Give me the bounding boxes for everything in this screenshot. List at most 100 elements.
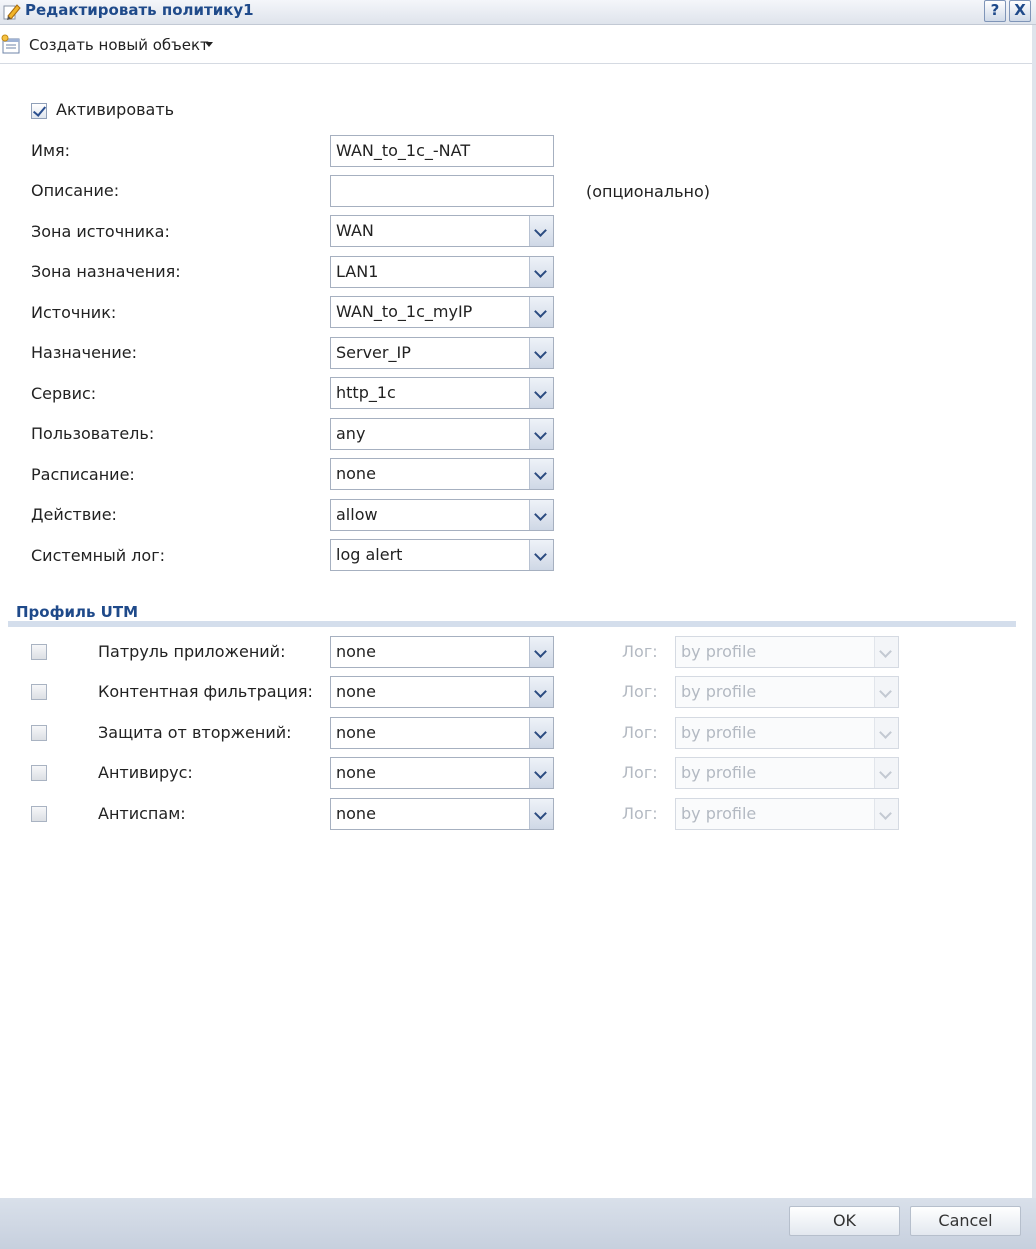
action-label: Действие: [31,505,117,524]
source-select[interactable]: WAN_to_1c_myIP [330,296,554,328]
help-button[interactable]: ? [984,0,1006,22]
schedule-select[interactable]: none [330,458,554,490]
chevron-down-icon[interactable] [874,677,898,707]
destination-value: Server_IP [336,343,411,362]
antispam-profile-select[interactable]: none [330,798,554,830]
name-label: Имя: [31,141,71,160]
app-patrol-profile-select[interactable]: none [330,636,554,668]
app-patrol-checkbox[interactable] [31,644,47,660]
description-label: Описание: [31,181,120,200]
antispam-label: Антиспам: [98,804,186,823]
chevron-down-icon[interactable] [874,799,898,829]
chevron-down-icon[interactable] [529,718,553,748]
content-filter-log-label: Лог: [622,682,658,701]
intrusion-protection-log-select[interactable]: by profile [675,717,899,749]
content-filter-label: Контентная фильтрация: [98,682,313,701]
antivirus-profile-select[interactable]: none [330,757,554,789]
service-label: Сервис: [31,384,97,403]
antivirus-log-select[interactable]: by profile [675,757,899,789]
chevron-down-icon[interactable] [529,257,553,287]
chevron-down-icon[interactable] [529,419,553,449]
content-filter-profile-select[interactable]: none [330,676,554,708]
intrusion-protection-label: Защита от вторжений: [98,723,292,742]
action-select[interactable]: allow [330,499,554,531]
schedule-value: none [336,464,376,483]
chevron-down-icon[interactable] [529,677,553,707]
edit-pencil-icon [3,4,21,20]
content-filter-checkbox[interactable] [31,684,47,700]
antispam-checkbox[interactable] [31,806,47,822]
antivirus-label: Антивирус: [98,763,193,782]
chevron-down-icon[interactable] [205,42,213,47]
antispam-log-select[interactable]: by profile [675,798,899,830]
syslog-value: log alert [336,545,403,564]
description-optional-hint: (опционально) [586,182,710,201]
activate-checkbox[interactable] [31,103,47,119]
dest-zone-value: LAN1 [336,262,379,281]
source-zone-select[interactable]: WAN [330,215,554,247]
dialog-title-bar: Редактировать политику1 ? X [0,0,1036,25]
schedule-label: Расписание: [31,465,135,484]
chevron-down-icon[interactable] [874,718,898,748]
intrusion-protection-profile-value: none [336,723,376,742]
content-filter-log-select[interactable]: by profile [675,676,899,708]
action-value: allow [336,505,378,524]
app-patrol-label: Патруль приложений: [98,642,286,661]
antivirus-log-value: by profile [681,763,757,782]
source-zone-value: WAN [336,221,374,240]
chevron-down-icon[interactable] [874,758,898,788]
cancel-button[interactable]: Cancel [910,1206,1021,1236]
service-select[interactable]: http_1c [330,377,554,409]
antispam-profile-value: none [336,804,376,823]
intrusion-protection-checkbox[interactable] [31,725,47,741]
intrusion-protection-log-label: Лог: [622,723,658,742]
user-value: any [336,424,366,443]
close-button[interactable]: X [1009,0,1031,22]
chevron-down-icon[interactable] [529,459,553,489]
source-zone-label: Зона источника: [31,222,170,241]
user-label: Пользователь: [31,424,155,443]
dialog-title: Редактировать политику1 [25,1,254,19]
intrusion-protection-log-value: by profile [681,723,757,742]
chevron-down-icon[interactable] [529,378,553,408]
dest-zone-select[interactable]: LAN1 [330,256,554,288]
chevron-down-icon[interactable] [529,216,553,246]
source-label: Источник: [31,303,117,322]
chevron-down-icon[interactable] [529,500,553,530]
create-new-object-button[interactable]: Создать новый объект [29,36,209,54]
chevron-down-icon[interactable] [529,540,553,570]
antispam-log-value: by profile [681,804,757,823]
intrusion-protection-profile-select[interactable]: none [330,717,554,749]
app-patrol-log-select[interactable]: by profile [675,636,899,668]
utm-section-divider [8,621,1016,627]
antivirus-profile-value: none [336,763,376,782]
utm-section-title: Профиль UTM [16,603,139,621]
dialog-right-border [1032,25,1036,1198]
toolbar: Создать новый объект [0,25,1036,64]
antivirus-checkbox[interactable] [31,765,47,781]
create-object-icon [1,34,20,54]
antivirus-log-label: Лог: [622,763,658,782]
destination-select[interactable]: Server_IP [330,337,554,369]
app-patrol-log-label: Лог: [622,642,658,661]
dest-zone-label: Зона назначения: [31,262,181,281]
chevron-down-icon[interactable] [529,338,553,368]
source-value: WAN_to_1c_myIP [336,302,473,321]
dialog-footer: OK Cancel [0,1198,1036,1249]
description-input[interactable] [330,175,554,207]
syslog-select[interactable]: log alert [330,539,554,571]
chevron-down-icon[interactable] [529,758,553,788]
ok-button[interactable]: OK [789,1206,900,1236]
activate-label: Активировать [56,100,175,119]
chevron-down-icon[interactable] [874,637,898,667]
service-value: http_1c [336,383,396,402]
app-patrol-profile-value: none [336,642,376,661]
chevron-down-icon[interactable] [529,637,553,667]
syslog-label: Системный лог: [31,546,165,565]
name-input[interactable]: WAN_to_1c_-NAT [330,135,554,167]
app-patrol-log-value: by profile [681,642,757,661]
antispam-log-label: Лог: [622,804,658,823]
chevron-down-icon[interactable] [529,297,553,327]
chevron-down-icon[interactable] [529,799,553,829]
user-select[interactable]: any [330,418,554,450]
